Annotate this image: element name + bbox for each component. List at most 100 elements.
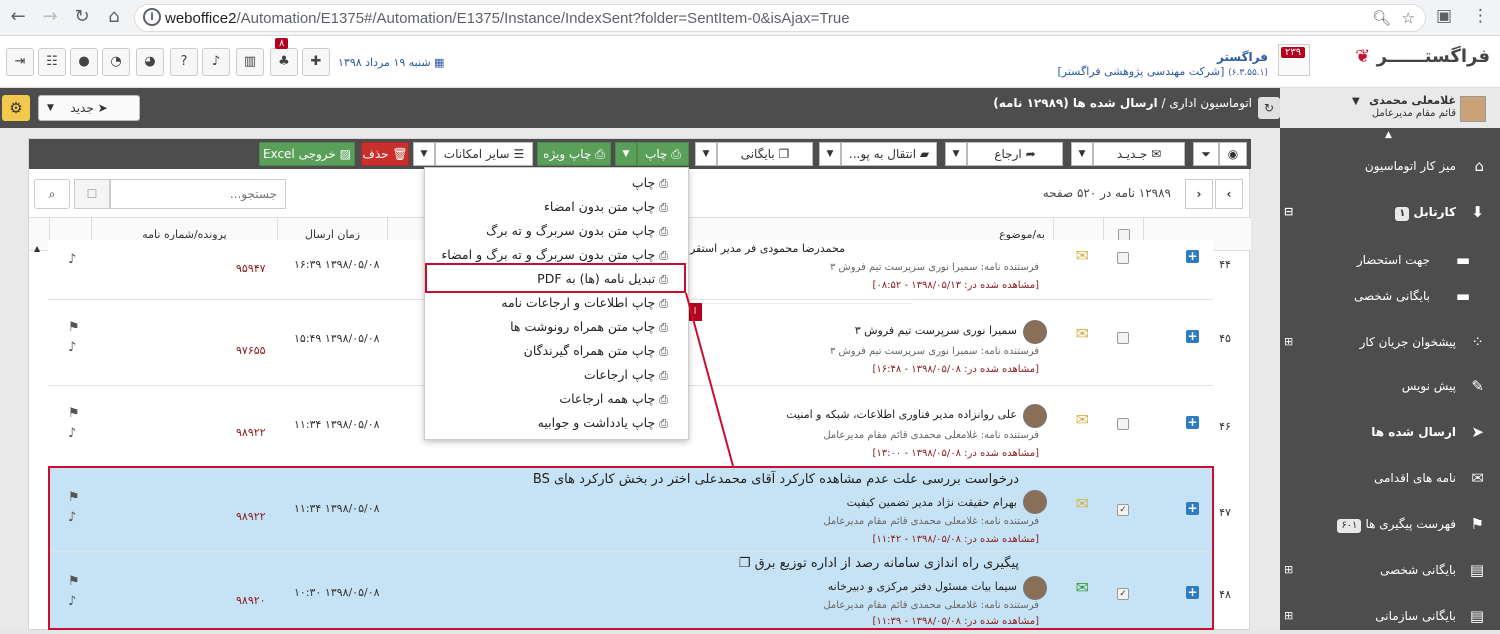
new-letter-button[interactable]: ➤ جدید ▼ bbox=[38, 95, 140, 121]
expand-icon[interactable]: ⊞ bbox=[1284, 552, 1293, 588]
envelope-icon: ✉ bbox=[1075, 324, 1089, 343]
user-icon[interactable]: ● bbox=[70, 48, 98, 76]
flag-icon[interactable]: ⚑ bbox=[68, 406, 80, 421]
chevron-down-icon[interactable]: ▼ bbox=[1352, 96, 1360, 107]
row-checkbox[interactable] bbox=[1117, 418, 1129, 430]
forward-icon[interactable]: → bbox=[38, 6, 62, 27]
menu-item-print-with-copies[interactable]: ⎙چاپ متن همراه رونوشت ها bbox=[425, 315, 688, 338]
collapse-up-icon[interactable]: ▲ bbox=[1385, 130, 1392, 140]
print-icon: ⎙ bbox=[659, 393, 668, 406]
sidebar-item-for-info[interactable]: ▬ جهت استحضار bbox=[1280, 242, 1500, 278]
user-panel[interactable]: غلامعلی محمدی قائم مقام مدیرعامل ▼ bbox=[1280, 88, 1500, 128]
special-print-button[interactable]: ⎙ چاپ ویژه bbox=[537, 142, 611, 166]
scroll-up-icon[interactable]: ▲ bbox=[34, 244, 40, 253]
menu-item-print[interactable]: ⎙چاپ bbox=[425, 171, 688, 194]
expand-row-icon[interactable]: + bbox=[1186, 416, 1199, 429]
bell-icon[interactable]: ♣ bbox=[270, 48, 298, 76]
view-button[interactable]: ◉ bbox=[1219, 142, 1247, 166]
zoom-icon[interactable]: 🔍︎ bbox=[1372, 9, 1391, 27]
archive-dropdown-toggle[interactable]: ▼ bbox=[695, 142, 717, 166]
row-checkbox[interactable] bbox=[1117, 332, 1129, 344]
excel-export-button[interactable]: ▨ خروجی Excel bbox=[259, 142, 355, 166]
menu-dots-icon[interactable]: ⋮ bbox=[1472, 6, 1489, 26]
gear-icon[interactable]: ⚙ bbox=[2, 95, 30, 121]
sidebar-item-org-archive[interactable]: ▤ بایگانی سازمانی ⊞ bbox=[1280, 598, 1500, 634]
expand-icon[interactable]: ⊟ bbox=[1284, 194, 1293, 230]
move-to-folder-button[interactable]: ▰ انتقال به پو... bbox=[841, 142, 937, 166]
row-checkbox[interactable] bbox=[1117, 252, 1129, 264]
sidebar-item-drafts[interactable]: ✎ پیش نویس bbox=[1280, 368, 1500, 404]
menu-item-print-with-recipients[interactable]: ⎙چاپ متن همراه گیرندگان bbox=[425, 339, 688, 362]
delete-button[interactable]: 🗑︎ حذف bbox=[361, 142, 409, 166]
refer-button[interactable]: ➦ ارجاع bbox=[967, 142, 1063, 166]
expand-row-icon[interactable]: + bbox=[1186, 250, 1199, 263]
sidebar-item-workflow[interactable]: ⁘ پیشخوان جریان کار ⊞ bbox=[1280, 324, 1500, 360]
puzzle-icon[interactable]: ✚ bbox=[302, 48, 330, 76]
inbox-icon: ⬇ bbox=[1471, 203, 1484, 221]
user-role: قائم مقام مدیرعامل bbox=[1371, 108, 1456, 119]
bell-icon[interactable]: ♪ bbox=[68, 426, 76, 441]
bell-icon[interactable]: ♪ bbox=[68, 340, 76, 355]
new-dropdown-toggle[interactable]: ▼ bbox=[1071, 142, 1093, 166]
move-dropdown-toggle[interactable]: ▼ bbox=[819, 142, 841, 166]
archive-button[interactable]: ❐ بایگانی bbox=[717, 142, 813, 166]
home-icon[interactable]: ⌂ bbox=[102, 6, 126, 27]
more-dropdown-toggle[interactable]: ▼ bbox=[413, 142, 435, 166]
reload-icon[interactable]: ↻ bbox=[70, 6, 94, 27]
help-icon[interactable]: ? bbox=[170, 48, 198, 76]
sidebar-item-sent[interactable]: ➤ ارسال شده ها bbox=[1280, 414, 1500, 450]
breadcrumb-root[interactable]: اتوماسیون اداری bbox=[1169, 96, 1252, 110]
notification-badge: ۸ bbox=[275, 38, 289, 49]
message-icon[interactable]: ◕ bbox=[136, 48, 164, 76]
sidebar-item-inbox[interactable]: ⬇ کارتابل۱ ⊟ bbox=[1280, 194, 1500, 230]
expand-row-icon[interactable]: + bbox=[1186, 330, 1199, 343]
next-page-button[interactable]: ‹ bbox=[1185, 179, 1213, 209]
address-bar[interactable]: i weboffice2/Automation/E1375#/Automatio… bbox=[134, 4, 1426, 32]
sidebar-item-personal-archive[interactable]: ▤ بایگانی شخصی ⊞ bbox=[1280, 552, 1500, 588]
sidebar-item-action-letters[interactable]: ✉ نامه های اقدامی bbox=[1280, 460, 1500, 496]
menu-item-print-all-referrals[interactable]: ⎙چاپ همه ارجاعات bbox=[425, 387, 688, 410]
menu-item-print-no-signature[interactable]: ⎙چاپ متن بدون امضاء bbox=[425, 195, 688, 218]
extension-icon[interactable]: ▣ bbox=[1436, 6, 1452, 26]
expand-icon[interactable]: ⊞ bbox=[1284, 324, 1293, 360]
envelope-icon: ✉ bbox=[1075, 246, 1089, 265]
sidebar-item-dashboard[interactable]: ⌂ میز کار اتوماسیون bbox=[1280, 148, 1500, 184]
info-icon[interactable]: i bbox=[143, 8, 161, 26]
back-icon[interactable]: ← bbox=[6, 6, 30, 27]
search-input[interactable] bbox=[110, 179, 286, 209]
microphone-icon[interactable]: ♪ bbox=[202, 48, 230, 76]
flag-icon[interactable]: ⚑ bbox=[68, 320, 80, 335]
logout-icon[interactable]: ⇥ bbox=[6, 48, 34, 76]
bookmark-star-icon[interactable]: ☆ bbox=[1402, 9, 1415, 27]
chart-icon[interactable]: ▥ bbox=[236, 48, 264, 76]
home-icon: ⌂ bbox=[1474, 157, 1484, 175]
url-text[interactable]: weboffice2/Automation/E1375#/Automation/… bbox=[165, 10, 850, 27]
chat-icon[interactable]: ◔ bbox=[102, 48, 130, 76]
menu-item-print-referrals[interactable]: ⎙چاپ ارجاعات bbox=[425, 363, 688, 386]
refer-dropdown-toggle[interactable]: ▼ bbox=[945, 142, 967, 166]
refresh-button[interactable]: ↻ bbox=[1258, 97, 1280, 119]
search-icon[interactable]: ⌕ bbox=[34, 179, 70, 209]
print-button[interactable]: ⎙ چاپ bbox=[637, 142, 689, 166]
action-bar: ⚙ ➤ جدید ▼ ↻ اتوماسیون اداری / ارسال شده… bbox=[0, 88, 1500, 128]
more-options-button[interactable]: ☰ سایر امکانات bbox=[435, 142, 533, 166]
org-chart-icon[interactable]: ☷ bbox=[38, 48, 66, 76]
menu-item-print-info-referrals[interactable]: ⎙چاپ اطلاعات و ارجاعات نامه bbox=[425, 291, 688, 314]
search-area: ⌕ ☐ bbox=[34, 179, 286, 209]
prev-page-button[interactable]: › bbox=[1215, 179, 1243, 209]
browser-toolbar: ← → ↻ ⌂ i weboffice2/Automation/E1375#/A… bbox=[0, 0, 1500, 36]
menu-item-print-notes[interactable]: ⎙چاپ یادداشت و جوابیه bbox=[425, 411, 688, 434]
filter-button[interactable]: ⏷ bbox=[1193, 142, 1219, 166]
expand-icon[interactable]: ⊞ bbox=[1284, 598, 1293, 634]
print-dropdown-toggle[interactable]: ▼ bbox=[615, 142, 637, 166]
menu-item-print-no-letterhead[interactable]: ⎙چاپ متن بدون سربرگ و ته برگ bbox=[425, 219, 688, 242]
sidebar-item-personal-folder[interactable]: ▬ بایگانی شخصی bbox=[1280, 278, 1500, 314]
new-mail-button[interactable]: ✉ جـدیـد bbox=[1093, 142, 1185, 166]
envelope-icon: ✉ bbox=[1151, 147, 1162, 161]
sidebar-item-followups[interactable]: ⚑ فهرست پیگیری ها۶۰۱ bbox=[1280, 506, 1500, 542]
app-name: فراگستر bbox=[1217, 50, 1268, 64]
search-option-checkbox[interactable]: ☐ bbox=[74, 179, 110, 209]
calendar-icon: ▦ bbox=[434, 56, 445, 69]
print-icon: ⎙ bbox=[659, 297, 668, 310]
bell-icon[interactable]: ♪ bbox=[68, 252, 76, 267]
